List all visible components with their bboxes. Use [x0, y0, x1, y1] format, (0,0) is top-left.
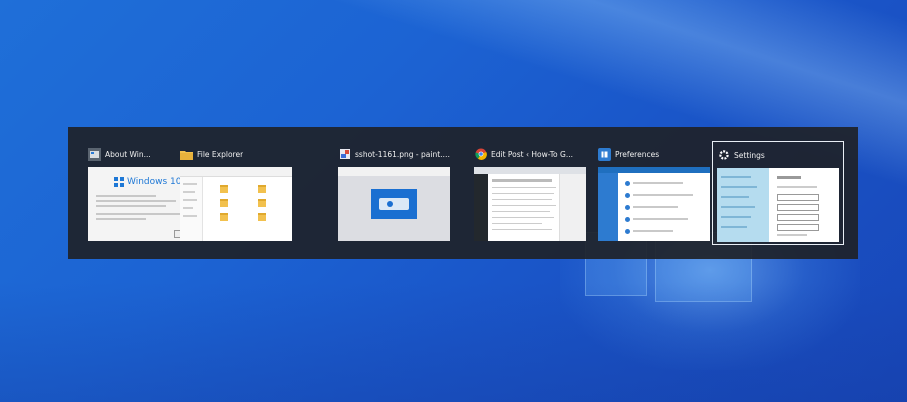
window-title: About Win...: [105, 149, 151, 159]
window-item-chrome[interactable]: Edit Post ‹ How-To G...: [470, 141, 592, 245]
pushbullet-icon: [598, 147, 611, 161]
folder-icon: [258, 185, 266, 193]
explorer-ribbon: [180, 167, 292, 177]
window-title: Edit Post ‹ How-To G...: [491, 149, 573, 159]
folder-icon: [258, 213, 266, 221]
text-line: [96, 195, 156, 197]
text-line: [96, 218, 146, 220]
window-title: sshot-1161.png - paint.n...: [355, 149, 452, 159]
window-thumbnail: [338, 167, 450, 241]
window-title-row: sshot-1161.png - paint.n...: [338, 146, 452, 162]
window-title-row: Settings: [717, 147, 839, 163]
window-item-preferences[interactable]: Preferences: [594, 141, 716, 245]
text-line: [96, 205, 166, 207]
paint-toolbar: [338, 167, 450, 176]
folder-icon: [180, 148, 193, 161]
chrome-icon: [474, 148, 487, 161]
folder-icon: [220, 213, 228, 221]
windows-logo-icon: [114, 177, 124, 187]
window-thumbnail: [717, 168, 839, 242]
folder-icon: [220, 185, 228, 193]
canvas-image: [371, 189, 417, 219]
about-windows-icon: [88, 147, 101, 161]
window-title: Preferences: [615, 149, 660, 159]
text-line: [96, 213, 184, 215]
windows-logo: Windows 10: [114, 177, 182, 187]
gear-icon: [717, 149, 730, 162]
settings-sidebar: [717, 168, 769, 242]
window-thumbnail: [180, 167, 292, 241]
window-title-row: File Explorer: [180, 146, 294, 162]
window-item-settings[interactable]: Settings: [712, 141, 844, 245]
explorer-nav-pane: [180, 177, 203, 241]
window-title: Settings: [734, 150, 765, 160]
wallpaper-shade: [0, 282, 907, 402]
window-title-row: Edit Post ‹ How-To G...: [474, 146, 588, 162]
browser-tabbar: [474, 167, 586, 174]
preferences-sidebar: [598, 173, 618, 241]
wordpress-admin-sidebar: [474, 174, 488, 241]
folder-icon: [258, 199, 266, 207]
alt-tab-switcher: About Win... Windows 10 File Explorer ss…: [68, 127, 858, 259]
desktop-background: About Win... Windows 10 File Explorer ss…: [0, 0, 907, 402]
text-line: [96, 200, 176, 202]
window-item-paint[interactable]: sshot-1161.png - paint.n...: [334, 141, 456, 245]
publish-panel: [559, 174, 586, 241]
window-thumbnail: [598, 167, 710, 241]
paint-icon: [338, 148, 351, 161]
window-title: File Explorer: [197, 149, 244, 159]
window-title-row: Preferences: [598, 146, 712, 162]
window-thumbnail: [474, 167, 586, 241]
window-item-file-explorer[interactable]: File Explorer: [176, 141, 298, 245]
windows-version-text: Windows 10: [127, 177, 182, 187]
folder-icon: [220, 199, 228, 207]
